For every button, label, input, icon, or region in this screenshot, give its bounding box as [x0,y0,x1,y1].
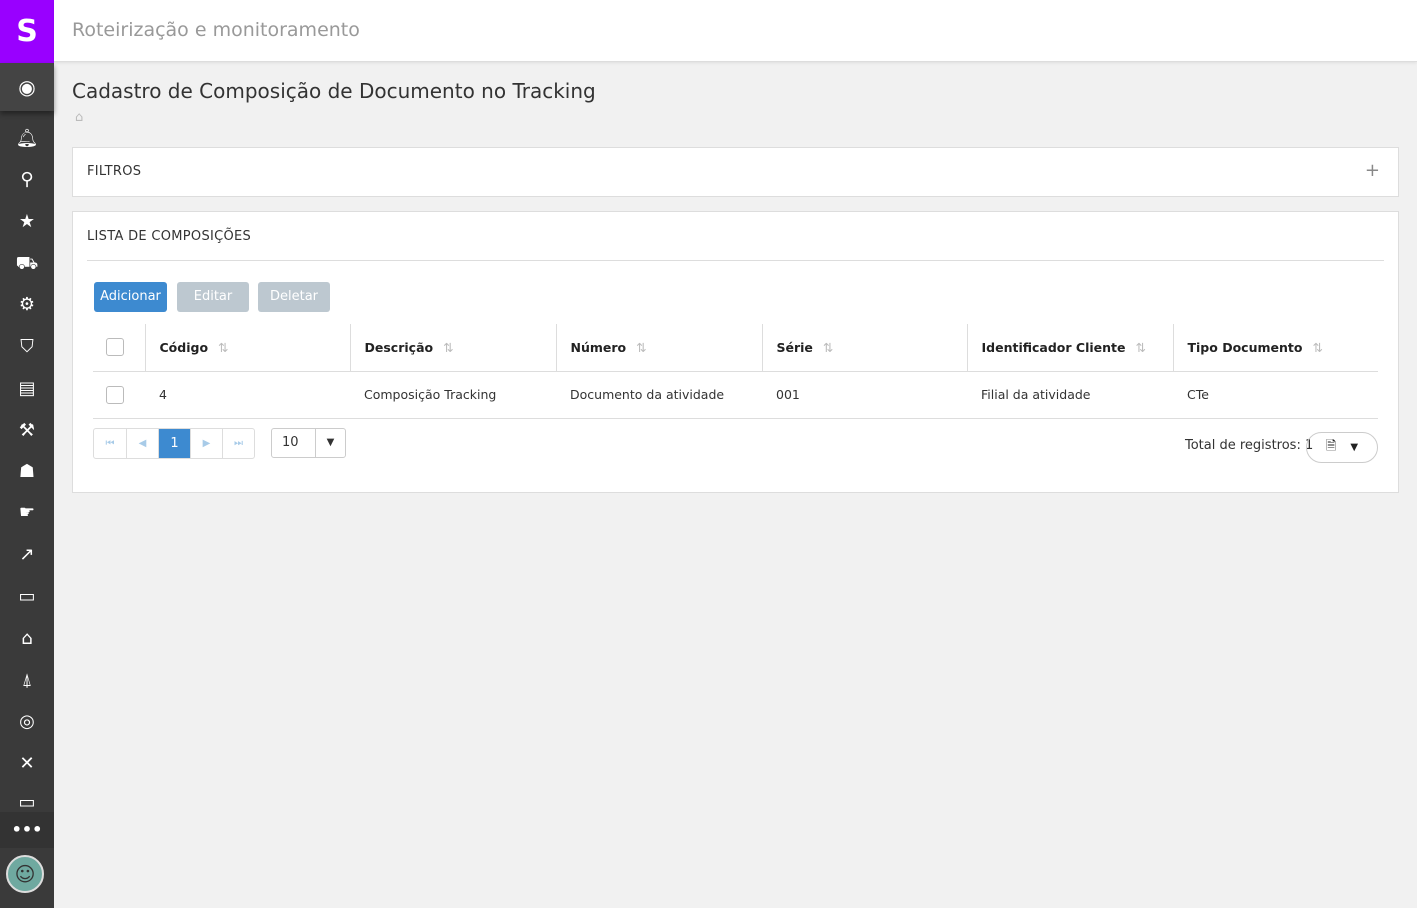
add-button[interactable]: Adicionar [94,282,167,312]
cell-identificador-cliente: Filial da atividade [967,371,1173,419]
file-export-icon: 🗎 [1325,438,1337,454]
column-header-serie[interactable]: Série ⇅ [761,324,967,372]
column-label: Código [159,339,209,355]
chart-line-icon[interactable]: ↗ [0,543,54,567]
compositions-table: Código ⇅ Descrição ⇅ Número ⇅ Série ⇅ Identi… [93,324,1378,419]
top-header: Roteirização e monitoramento [54,0,1417,62]
chevron-down-icon: ▼ [1350,442,1359,453]
briefcase-icon[interactable]: ▭ [0,585,54,609]
cell-serie: 001 [762,371,967,419]
prev-page-button[interactable]: ◀ [126,429,158,458]
row-checkbox[interactable] [106,385,124,404]
handshake-icon[interactable]: ☛ [0,501,54,525]
first-page-button[interactable]: ⏮ [94,429,126,458]
sort-icon[interactable]: ⇅ [1135,340,1145,355]
last-page-button[interactable]: ⏭ [222,429,254,458]
sort-icon[interactable]: ⇅ [443,340,453,355]
list-title: LISTA DE COMPOSIÇÕES [87,229,252,244]
sidebar: S ◉ 🔔︎ ⚲ ★ ⛟ ⚙ ⛉ ▤ ⚒ ☗ ☛ ↗ ▭ ⌂ ⍋ ◎ ✕ ▭ •… [0,0,54,908]
divider [87,260,1384,261]
page-button[interactable]: 1 [158,429,190,458]
column-header-tipo-documento[interactable]: Tipo Documento ⇅ [1172,324,1378,372]
x-icon[interactable]: ✕ [0,752,54,776]
select-all-checkbox[interactable] [106,338,124,357]
star-icon[interactable]: ★ [0,210,54,234]
cell-codigo: 4 [145,371,350,419]
table-row[interactable]: 4 Composição Tracking Documento da ativi… [93,371,1378,419]
expand-filters-icon[interactable]: + [1365,160,1380,181]
delete-button[interactable]: Deletar [258,282,330,312]
users-icon[interactable]: ☗ [0,460,54,484]
sort-icon[interactable]: ⇅ [218,340,228,355]
column-header-numero[interactable]: Número ⇅ [555,324,762,372]
user-profile-icon[interactable]: ◉ [0,63,54,111]
total-records: Total de registros: 1 [1185,438,1314,453]
next-page-button[interactable]: ▶ [190,429,222,458]
column-label: Número [570,339,627,355]
edit-button[interactable]: Editar [177,282,249,312]
logo[interactable]: S [0,0,54,63]
search-icon[interactable]: ⚲ [0,168,54,192]
header-title: Roteirização e monitoramento [72,19,360,41]
column-header-descricao[interactable]: Descrição ⇅ [349,324,556,372]
column-label: Série [776,339,813,355]
chevron-down-icon[interactable]: ▼ [315,429,345,457]
column-label: Identificador Cliente [981,339,1126,355]
target-icon[interactable]: ◎ [0,710,54,734]
shield-icon[interactable]: ⛉ [0,335,54,359]
export-button[interactable]: 🗎 ▼ [1306,432,1378,463]
page-title: Cadastro de Composição de Documento no T… [72,79,596,103]
page-size-value: 10 [282,435,299,450]
table-header-row: Código ⇅ Descrição ⇅ Número ⇅ Série ⇅ Identi… [93,324,1378,372]
column-header-codigo[interactable]: Código ⇅ [144,324,350,372]
bell-icon[interactable]: 🔔︎ [0,127,54,151]
column-label: Descrição [364,339,434,355]
pagination: ⏮ ◀ 1 ▶ ⏭ [93,428,255,459]
tools-icon[interactable]: ⚒ [0,419,54,443]
breadcrumb-home-icon[interactable]: ⌂ [75,110,83,125]
sort-icon[interactable]: ⇅ [1312,340,1322,355]
sort-icon[interactable]: ⇅ [636,340,646,355]
tractor-icon[interactable]: ⚙ [0,293,54,317]
page-size-select[interactable]: 10 ▼ [271,428,346,458]
avatar[interactable]: ☺ [6,855,44,893]
cell-tipo-documento: CTe [1173,371,1378,419]
cell-numero: Documento da atividade [556,371,762,419]
filters-title[interactable]: FILTROS [87,164,141,179]
cell-descricao: Composição Tracking [350,371,556,419]
backpack-icon[interactable]: ⌂ [0,627,54,651]
column-label: Tipo Documento [1187,339,1303,355]
truck-icon[interactable]: ⛟ [0,252,54,276]
sort-icon[interactable]: ⇅ [823,340,833,355]
column-header-identificador-cliente[interactable]: Identificador Cliente ⇅ [966,324,1173,372]
more-button[interactable]: ••• [0,812,54,848]
archive-icon[interactable]: ▤ [0,377,54,401]
forklift-icon[interactable]: ⍋ [0,669,54,693]
filters-panel: FILTROS + [72,147,1399,197]
